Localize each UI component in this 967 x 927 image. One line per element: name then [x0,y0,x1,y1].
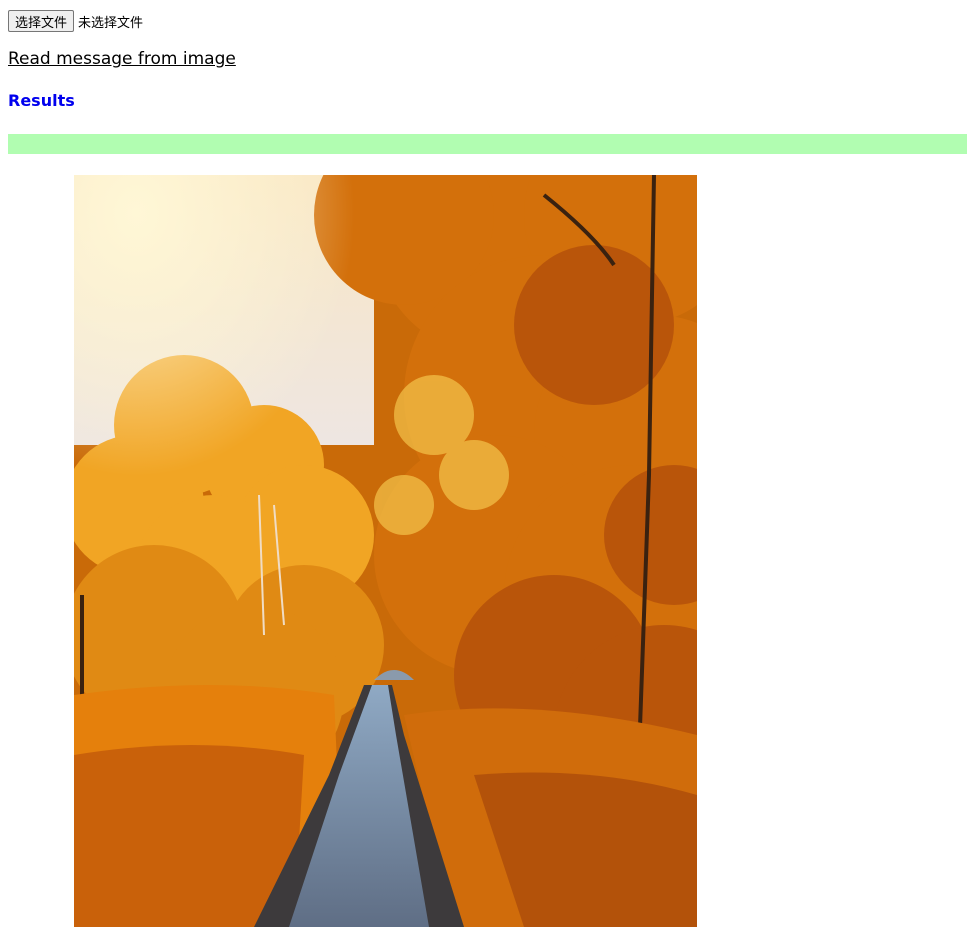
file-input[interactable]: 选择文件 未选择文件 [8,10,143,32]
read-message-link[interactable]: Read message from image [8,49,236,69]
results-output [8,134,967,154]
results-heading: Results [8,91,75,110]
file-status-text: 未选择文件 [78,15,144,31]
choose-file-button[interactable]: 选择文件 [8,10,75,32]
autumn-path-image [74,175,697,927]
